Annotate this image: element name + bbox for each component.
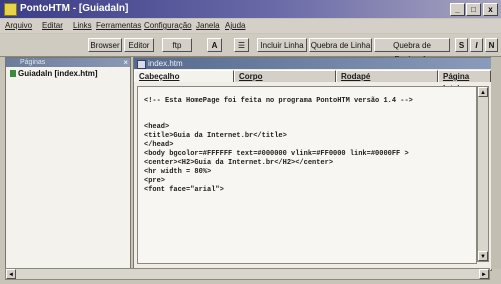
menu-links[interactable]: Links [73,21,92,30]
page-icon [10,70,16,78]
quebra-linha-button[interactable]: Quebra de Linha [309,38,372,52]
editor-tabs: Cabeçalho Corpo Rodapé Página Inteira [134,70,491,93]
pages-panel-title: Páginas [20,59,46,66]
code-line: <center><H2>Guia da Internet.br</H2></ce… [144,159,334,167]
horizontal-scrollbar[interactable]: ◄ ► [5,268,490,280]
format-n-button[interactable]: N [485,38,498,52]
tree-item-label: Guiadaln [index.htm] [18,69,98,78]
pages-panel-header: Páginas × [6,58,130,67]
format-s-button[interactable]: S [455,38,468,52]
tab-rodape[interactable]: Rodapé [336,70,438,82]
minimize-button[interactable]: _ [450,3,465,16]
scroll-up-icon[interactable]: ▲ [478,87,488,97]
font-button[interactable]: A [207,38,222,52]
tab-corpo[interactable]: Corpo [234,70,336,82]
code-line: <head> [144,123,170,131]
app-icon [4,3,17,16]
scroll-right-icon[interactable]: ► [479,269,489,279]
menu-janela[interactable]: Janela [196,21,220,30]
menu-arquivo[interactable]: Arquivo [5,21,32,30]
title-bar: PontoHTM - [Guiadaln] _ □ x [0,0,501,18]
scroll-left-icon[interactable]: ◄ [6,269,16,279]
code-line: <hr width = 80%> [144,168,212,176]
scroll-down-icon[interactable]: ▼ [478,251,488,261]
align-button[interactable]: ☰ [234,38,249,52]
close-button[interactable]: x [483,3,498,16]
code-line: <pre> [144,177,166,185]
tree-item-page[interactable]: Guiadaln [index.htm] [10,69,98,78]
tab-pagina-inteira[interactable]: Página Inteira [438,70,491,93]
incluir-linha-button[interactable]: Incluir Linha [257,38,307,52]
code-line: </head> [144,141,174,149]
pages-panel: Páginas × Guiadaln [index.htm] [5,57,131,269]
menu-bar: Arquivo Editar Links Ferramentas Configu… [0,19,501,33]
editor-header: index.htm [134,58,491,69]
editor-button[interactable]: Editor [124,38,154,52]
code-line: <!-- Esta HomePage foi feita no programa… [144,97,413,105]
format-i-button[interactable]: I [470,38,483,52]
toolbar: Browser Editor ftp A ☰ Incluir Linha Que… [0,34,501,64]
menu-editar[interactable]: Editar [42,21,63,30]
code-line: <body bgcolor=#FFFFFF text=#000000 vlink… [144,150,409,158]
maximize-button[interactable]: □ [466,3,481,16]
code-line: <title>Guia da Internet.br</title> [144,132,287,140]
menu-ferramentas[interactable]: Ferramentas [96,21,141,30]
code-editor[interactable]: <!-- Esta HomePage foi feita no programa… [137,86,477,264]
close-icon[interactable]: × [123,58,128,67]
tab-cabecalho[interactable]: Cabeçalho [134,70,234,82]
browser-button[interactable]: Browser [88,38,122,52]
vertical-scrollbar[interactable]: ▲ ▼ [477,86,489,262]
quebra-paragrafo-button[interactable]: Quebra de Parágrafo [374,38,450,64]
window-edge [491,57,501,269]
code-line: <font face="arial"> [144,186,224,194]
editor-file-name: index.htm [148,59,183,68]
window-title: PontoHTM - [Guiadaln] [20,3,129,14]
document-icon [137,60,146,69]
menu-ajuda[interactable]: Ajuda [225,21,245,30]
editor-panel: index.htm Cabeçalho Corpo Rodapé Página … [133,57,492,271]
ftp-button[interactable]: ftp [162,38,192,52]
menu-configuracao[interactable]: Configuração [144,21,192,30]
